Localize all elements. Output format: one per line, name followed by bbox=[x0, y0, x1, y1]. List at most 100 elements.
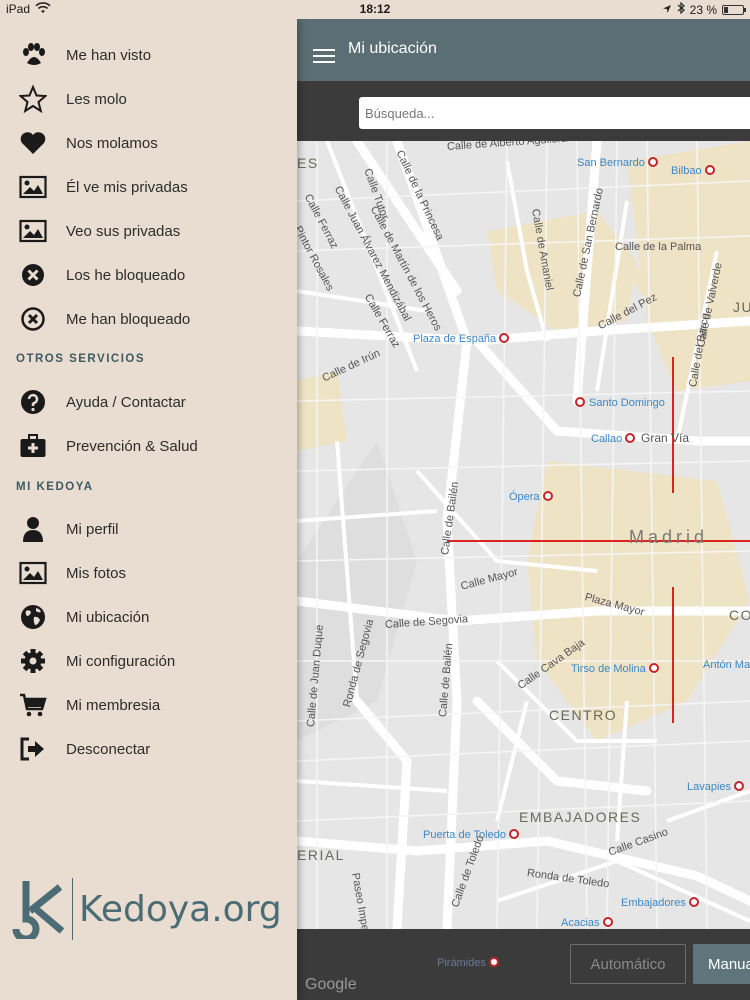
gear-icon bbox=[0, 647, 66, 675]
map-metro-label: Tirso de Molina bbox=[571, 663, 659, 675]
bluetooth-icon bbox=[677, 1, 685, 17]
drawer-item-label: Desconectar bbox=[66, 740, 151, 758]
google-logo: Google bbox=[305, 976, 357, 993]
map-metro-label: San Bernardo bbox=[577, 157, 658, 169]
drawer-item-los-he-bloqueado[interactable]: Los he bloqueado bbox=[0, 253, 297, 297]
kedoya-logo: Kedoya.org bbox=[12, 874, 282, 944]
section-title-account: MI KEDOYA bbox=[16, 481, 94, 493]
metro-icon bbox=[625, 433, 636, 443]
search-input[interactable] bbox=[359, 97, 750, 129]
drawer-item-el-ve-mis-privadas[interactable]: Él ve mis privadas bbox=[0, 165, 297, 209]
metro-icon bbox=[734, 781, 745, 791]
manual-button[interactable]: Manua bbox=[693, 944, 750, 984]
globe-icon bbox=[0, 603, 66, 631]
metro-icon bbox=[575, 397, 585, 407]
automatic-button[interactable]: Automático bbox=[570, 944, 686, 984]
drawer-item-mi-membresia[interactable]: Mi membresia bbox=[0, 683, 297, 727]
image-icon bbox=[0, 217, 66, 245]
block-circle-icon bbox=[0, 261, 66, 289]
map-district-label: JU bbox=[733, 299, 750, 315]
map-metro-label: Lavapies bbox=[687, 781, 745, 793]
paw-icon bbox=[0, 41, 66, 69]
drawer-item-label: Prevención & Salud bbox=[66, 437, 198, 455]
metro-icon bbox=[499, 333, 510, 343]
search-bar bbox=[297, 81, 750, 141]
drawer-item-veo-sus-privadas[interactable]: Veo sus privadas bbox=[0, 209, 297, 253]
map-metro-name: Lavapies bbox=[687, 781, 732, 793]
drawer-item-label: Mis fotos bbox=[66, 564, 127, 582]
app-bar: Mi ubicación bbox=[297, 19, 750, 81]
battery-icon bbox=[722, 4, 746, 15]
drawer-item-label: Mi perfil bbox=[66, 520, 119, 538]
map-metro-name: Ópera bbox=[509, 491, 540, 503]
drawer-item-label: Me han visto bbox=[66, 46, 152, 64]
metro-icon bbox=[542, 491, 553, 501]
drawer-item-mis-fotos[interactable]: Mis fotos bbox=[0, 551, 297, 595]
drawer-item-me-han-visto[interactable]: Me han visto bbox=[0, 33, 297, 77]
location-arrow-icon bbox=[662, 3, 672, 17]
metro-icon bbox=[602, 917, 613, 927]
heart-icon bbox=[0, 129, 66, 157]
drawer-item-label: Los he bloqueado bbox=[66, 266, 186, 284]
map-metro-name: Callao bbox=[591, 433, 623, 445]
map-metro-label: Bilbao bbox=[671, 165, 715, 177]
map-metro-label: Antón Mar bbox=[703, 659, 750, 671]
star-outline-icon bbox=[0, 85, 66, 113]
side-drawer: Me han visto Les molo Nos molamos Él ve … bbox=[0, 0, 297, 1000]
map-metro-name: Acacias bbox=[561, 917, 600, 929]
drawer-item-label: Veo sus privadas bbox=[66, 222, 181, 240]
map-metro-label: Callao bbox=[591, 433, 636, 445]
map-metro-name: Embajadores bbox=[621, 897, 686, 909]
drawer-item-me-han-bloqueado[interactable]: Me han bloqueado bbox=[0, 297, 297, 341]
map-city-label: Madrid bbox=[629, 527, 709, 547]
map-label: Calle de la Palma bbox=[615, 241, 702, 253]
logo-text: Kedoya.org bbox=[79, 888, 282, 930]
map-district-label: EMBAJADORES bbox=[519, 809, 642, 825]
map-metro-name: Puerta de Toledo bbox=[423, 829, 506, 841]
status-bar: iPad 18:12 23 % bbox=[0, 0, 750, 19]
sign-out-icon bbox=[0, 735, 66, 763]
map-metro-label: Ópera bbox=[509, 491, 553, 503]
map-metro-label: Plaza de España bbox=[413, 333, 510, 345]
drawer-item-label: Ayuda / Contactar bbox=[66, 393, 186, 411]
metro-icon bbox=[704, 165, 715, 175]
map-label: Gran Vía bbox=[641, 431, 690, 445]
drawer-item-desconectar[interactable]: Desconectar bbox=[0, 727, 297, 771]
drawer-item-prevencion[interactable]: Prevención & Salud bbox=[0, 424, 297, 468]
question-circle-icon bbox=[0, 388, 66, 416]
bottom-bar: Pirámides Automático Manua bbox=[297, 929, 750, 1000]
logo-divider bbox=[72, 878, 73, 940]
hamburger-menu-icon[interactable] bbox=[313, 49, 335, 65]
person-icon bbox=[0, 515, 66, 543]
map-metro-name: San Bernardo bbox=[577, 157, 645, 169]
map-metro-name: Tirso de Molina bbox=[571, 663, 646, 675]
drawer-item-mi-ubicacion[interactable]: Mi ubicación bbox=[0, 595, 297, 639]
metro-icon bbox=[488, 957, 499, 967]
image-icon bbox=[0, 173, 66, 201]
map-metro-label: Embajadores bbox=[621, 897, 699, 909]
kedoya-logo-mark-icon bbox=[12, 879, 68, 943]
drawer-item-label: Mi membresia bbox=[66, 696, 161, 714]
metro-icon bbox=[508, 829, 519, 839]
drawer-item-mi-configuracion[interactable]: Mi configuración bbox=[0, 639, 297, 683]
drawer-item-les-molo[interactable]: Les molo bbox=[0, 77, 297, 121]
battery-percent: 23 % bbox=[689, 2, 717, 17]
drawer-item-mi-perfil[interactable]: Mi perfil bbox=[0, 507, 297, 551]
drawer-item-label: Mi configuración bbox=[66, 652, 176, 670]
cart-icon bbox=[0, 691, 66, 719]
drawer-item-nos-molamos[interactable]: Nos molamos bbox=[0, 121, 297, 165]
page-title: Mi ubicación bbox=[348, 40, 437, 57]
map-view[interactable]: Calle de Alberto Aguilera San Bernardo B… bbox=[297, 141, 750, 929]
drawer-item-label: Les molo bbox=[66, 90, 127, 108]
image-icon bbox=[0, 559, 66, 587]
map-metro-name: Santo Domingo bbox=[589, 397, 665, 409]
map-metro-label: Acacias bbox=[561, 917, 613, 929]
drawer-item-label: Él ve mis privadas bbox=[66, 178, 188, 196]
map-metro-label: Puerta de Toledo bbox=[423, 829, 519, 841]
drawer-item-label: Me han bloqueado bbox=[66, 310, 191, 328]
map-metro-name: Pirámides bbox=[437, 957, 486, 969]
map-district-label: ERIAL bbox=[297, 847, 345, 863]
drawer-item-ayuda[interactable]: Ayuda / Contactar bbox=[0, 380, 297, 424]
metro-icon bbox=[648, 663, 659, 673]
map-metro-label: Pirámides bbox=[437, 957, 499, 969]
